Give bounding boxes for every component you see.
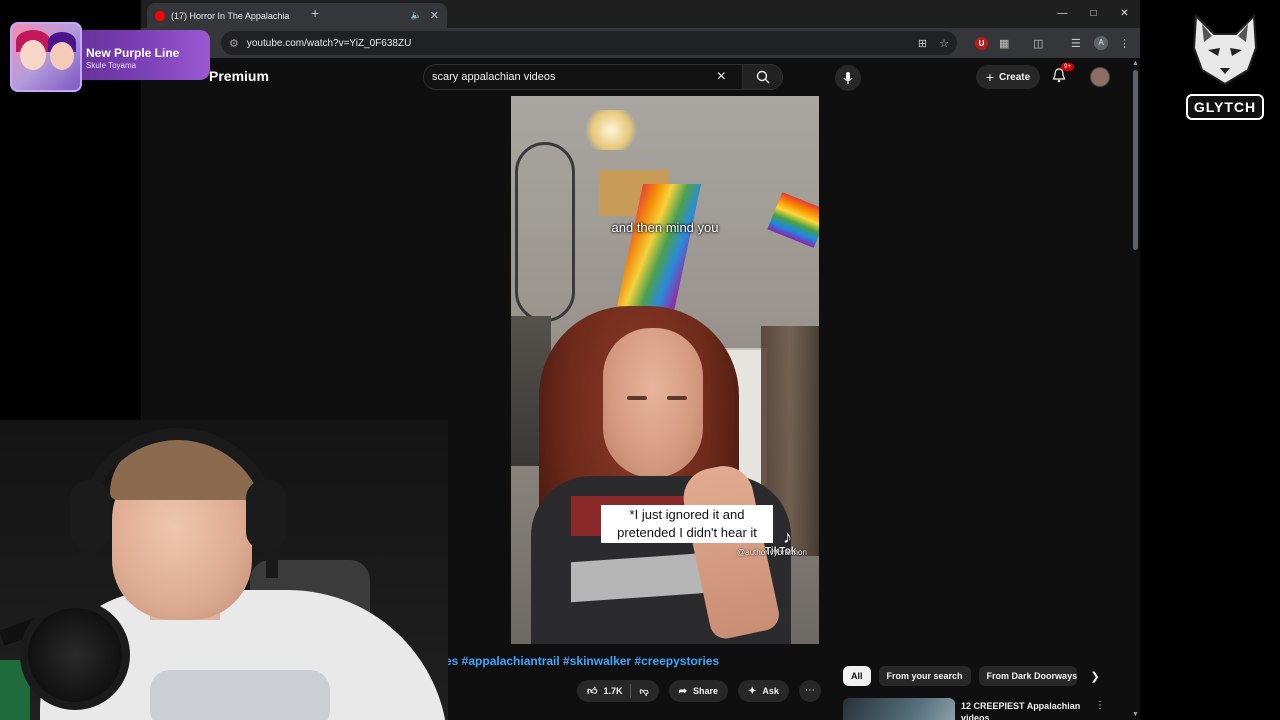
recommended-thumbnail[interactable] bbox=[843, 698, 955, 720]
profile-avatar-icon[interactable]: A bbox=[1094, 35, 1108, 51]
new-tab-button[interactable]: + bbox=[311, 5, 319, 21]
media-controls-icon[interactable]: ☰ bbox=[1071, 35, 1081, 51]
video-person-eye-right bbox=[667, 396, 687, 400]
plus-icon: + bbox=[985, 69, 995, 85]
create-button[interactable]: + Create bbox=[976, 65, 1040, 89]
glytch-logo: GLYTCH bbox=[1184, 14, 1266, 124]
recommended-video[interactable]: 12 CREEPIEST Appalachian videos ⋮ bbox=[843, 698, 1111, 720]
ask-button[interactable]: ✦ Ask bbox=[738, 680, 789, 702]
more-actions-icon[interactable]: ⋯ bbox=[798, 680, 821, 702]
scrollbar-thumb[interactable] bbox=[1133, 70, 1138, 250]
video-player[interactable]: and then mind you *I just ignored it and… bbox=[511, 96, 819, 644]
search-input[interactable]: scary appalachian videos bbox=[432, 71, 717, 83]
headset-cup-right bbox=[246, 480, 286, 550]
chip-all[interactable]: All bbox=[843, 666, 871, 686]
tiktok-note-icon: ♪ bbox=[783, 527, 792, 547]
glytch-wordmark: GLYTCH bbox=[1186, 94, 1264, 120]
recommended-title[interactable]: 12 CREEPIEST Appalachian videos bbox=[961, 700, 1091, 720]
clear-search-icon[interactable]: × bbox=[717, 68, 726, 86]
create-label: Create bbox=[999, 71, 1031, 83]
sparkle-icon: ✦ bbox=[748, 685, 757, 697]
speaker-icon[interactable]: 🔈 bbox=[411, 10, 422, 21]
related-filter-chips: All From your search From Dark Doorways … bbox=[843, 666, 1100, 686]
youtube-favicon-icon bbox=[155, 10, 165, 21]
now-playing-song: New Purple Line bbox=[86, 46, 180, 60]
art-face-2 bbox=[50, 42, 74, 70]
fox-head-icon bbox=[1192, 14, 1258, 86]
browser-menu-icon[interactable]: ⋮ bbox=[1119, 35, 1130, 51]
scroll-up-icon[interactable]: ▲ bbox=[1131, 60, 1140, 67]
chip-from-search[interactable]: From your search bbox=[878, 666, 971, 686]
thumbs-up-icon[interactable]: 👍︎ bbox=[587, 685, 597, 697]
headset-cup-left bbox=[70, 480, 110, 550]
maximize-icon[interactable]: □ bbox=[1078, 0, 1109, 28]
now-playing-artist: Skule Toyama bbox=[86, 61, 137, 70]
split-view-icon[interactable]: ◫ bbox=[1033, 35, 1043, 51]
site-info-icon[interactable]: ⚙ bbox=[229, 37, 239, 50]
page-scrollbar[interactable]: ▲ ▼ bbox=[1131, 58, 1140, 720]
now-playing-widget: New Purple Line Skule Toyama bbox=[10, 22, 210, 92]
stream-frame: (17) Horror In The Appalachia 🔈 ✕ + — □ … bbox=[0, 0, 1280, 720]
recommended-menu-icon[interactable]: ⋮ bbox=[1095, 700, 1105, 711]
tab-close-icon[interactable]: ✕ bbox=[430, 9, 439, 22]
share-label: Share bbox=[693, 686, 719, 696]
video-lamp bbox=[583, 110, 639, 150]
minimize-icon[interactable]: — bbox=[1047, 0, 1078, 28]
tiktok-handle: @authorivybrannon bbox=[737, 548, 807, 557]
share-button[interactable]: ➦ Share bbox=[668, 680, 729, 702]
video-title-hashtags[interactable]: ries #appalachiantrail #skinwalker #cree… bbox=[437, 654, 719, 668]
search-button[interactable] bbox=[742, 65, 782, 89]
chevron-right-icon[interactable]: ❯ bbox=[1091, 670, 1100, 683]
youtube-header: Premium scary appalachian videos × + Cre… bbox=[141, 58, 1140, 96]
chip-from-channel[interactable]: From Dark Doorways TV bbox=[978, 666, 1077, 686]
video-caption-main: *I just ignored it and pretended I didn'… bbox=[601, 505, 773, 543]
window-controls: — □ ✕ bbox=[1047, 0, 1140, 28]
like-dislike-group: 👍︎ 1.7K 👎︎ bbox=[577, 680, 659, 702]
video-actions: 👍︎ 1.7K 👎︎ ➦ Share ✦ Ask ⋯ bbox=[577, 680, 821, 702]
tab-bar: (17) Horror In The Appalachia 🔈 ✕ + — □ … bbox=[141, 0, 1140, 28]
bookmark-star-icon[interactable]: ☆ bbox=[939, 37, 949, 50]
extensions-puzzle-icon[interactable]: ▦ bbox=[999, 35, 1009, 51]
microphone-icon bbox=[843, 72, 853, 84]
video-person-face bbox=[603, 328, 703, 478]
share-arrow-icon: ➦ bbox=[678, 685, 687, 697]
search-icon bbox=[756, 70, 769, 84]
webcam-overlay bbox=[0, 420, 448, 720]
art-face-1 bbox=[20, 40, 46, 70]
webcam-shirt-print bbox=[150, 670, 330, 720]
video-person-eye-left bbox=[627, 396, 647, 400]
notification-badge: 9+ bbox=[1061, 63, 1074, 71]
install-app-icon[interactable]: ⊞ bbox=[918, 37, 927, 50]
scroll-down-icon[interactable]: ▼ bbox=[1131, 711, 1140, 718]
like-count[interactable]: 1.7K bbox=[603, 686, 622, 696]
search-box[interactable]: scary appalachian videos × bbox=[423, 64, 783, 90]
thumbs-down-icon[interactable]: 👎︎ bbox=[639, 686, 648, 697]
extension-ublock-icon[interactable]: U bbox=[975, 35, 988, 51]
account-avatar[interactable] bbox=[1090, 67, 1110, 87]
tab-title: (17) Horror In The Appalachia bbox=[171, 10, 290, 21]
url-text: youtube.com/watch?v=YiZ_0F638ZU bbox=[246, 37, 412, 49]
window-close-icon[interactable]: ✕ bbox=[1109, 0, 1140, 28]
ask-label: Ask bbox=[762, 686, 779, 696]
album-art bbox=[10, 22, 82, 92]
video-caption-top: and then mind you bbox=[611, 220, 719, 235]
microphone-icon bbox=[20, 600, 130, 710]
voice-search-button[interactable] bbox=[835, 65, 861, 91]
notifications-button[interactable]: 9+ bbox=[1052, 63, 1074, 88]
toolbar: ⚙ youtube.com/watch?v=YiZ_0F638ZU ⊞ ☆ U … bbox=[141, 28, 1140, 58]
address-bar[interactable]: ⚙ youtube.com/watch?v=YiZ_0F638ZU ⊞ ☆ bbox=[221, 31, 957, 55]
like-divider bbox=[630, 684, 632, 698]
youtube-premium-logo[interactable]: Premium bbox=[209, 68, 269, 84]
